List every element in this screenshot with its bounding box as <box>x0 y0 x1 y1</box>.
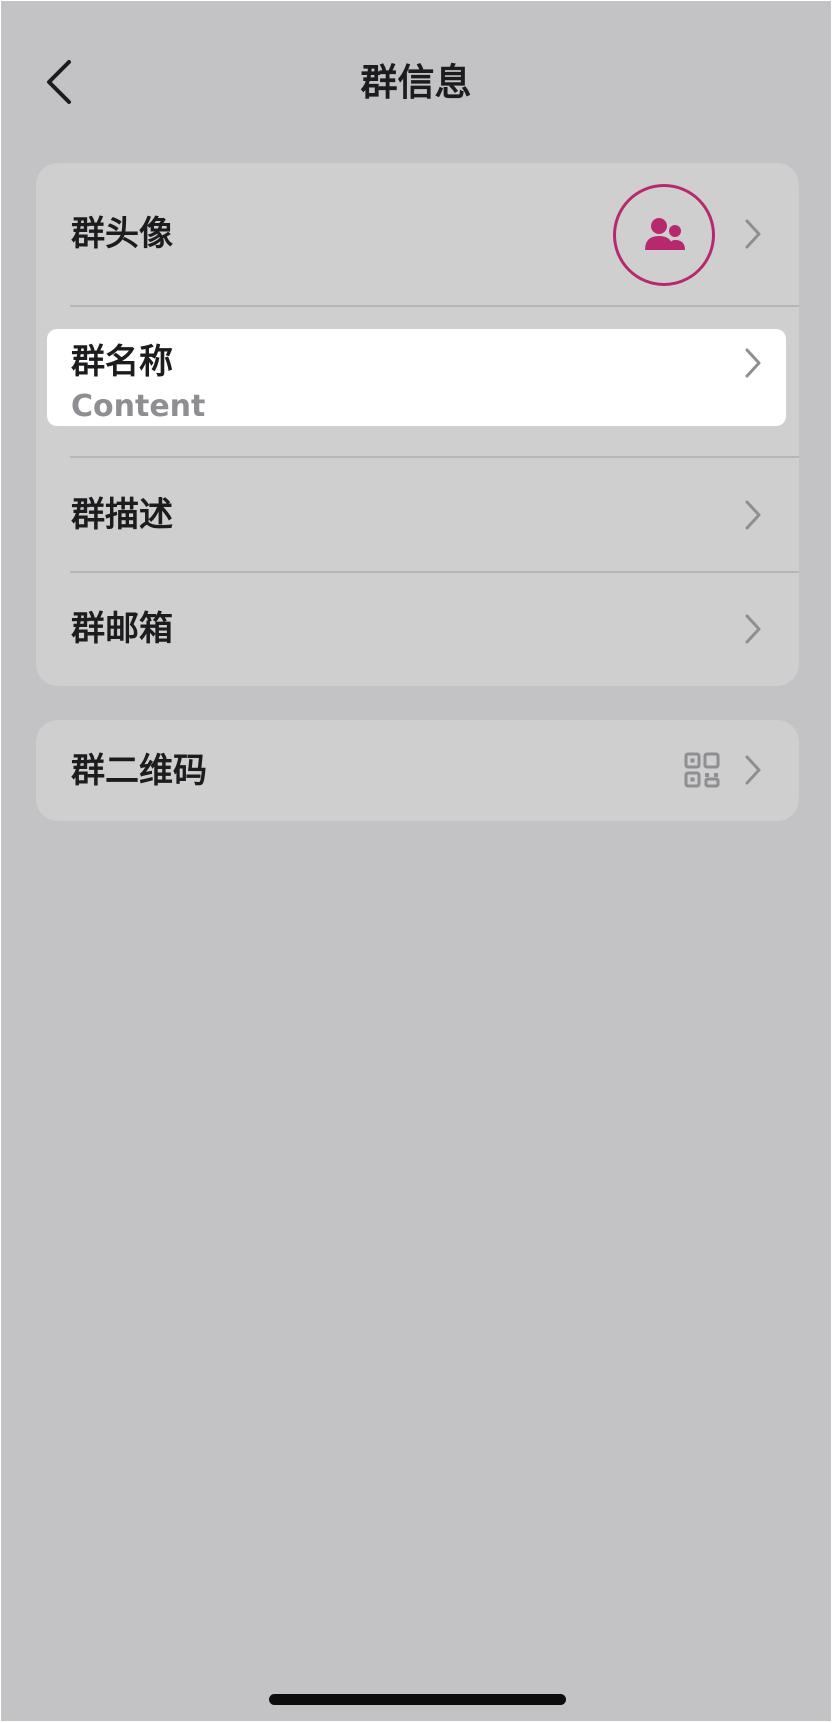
chevron-right-icon <box>743 754 763 786</box>
group-avatar[interactable] <box>613 184 715 286</box>
qr-code-icon <box>684 752 720 788</box>
group-name-label: 群名称 <box>71 342 173 382</box>
group-email-label: 群邮箱 <box>71 609 173 649</box>
group-qr-code-row[interactable]: 群二维码 <box>36 720 799 821</box>
navigation-bar: 群信息 <box>1 1 831 166</box>
group-users-icon <box>645 218 685 250</box>
group-description-row[interactable]: 群描述 <box>36 458 799 571</box>
group-avatar-label: 群头像 <box>71 214 173 254</box>
group-avatar-row[interactable]: 群头像 <box>36 163 799 305</box>
home-indicator <box>269 1694 566 1705</box>
page-title: 群信息 <box>360 61 472 104</box>
screen: 群信息 群头像 群描述 群邮箱 群名称 Content 群二维码 <box>1 1 831 1721</box>
group-name-value: Content <box>71 389 206 424</box>
group-qr-code-label: 群二维码 <box>71 751 207 791</box>
divider <box>70 305 799 307</box>
chevron-right-icon <box>743 347 763 379</box>
group-email-row[interactable]: 群邮箱 <box>36 573 799 686</box>
group-description-label: 群描述 <box>71 495 173 535</box>
chevron-right-icon <box>743 499 763 531</box>
group-name-row[interactable]: 群名称 Content <box>47 329 786 426</box>
qr-code-card: 群二维码 <box>36 720 799 821</box>
chevron-right-icon <box>743 218 763 250</box>
chevron-right-icon <box>743 613 763 645</box>
